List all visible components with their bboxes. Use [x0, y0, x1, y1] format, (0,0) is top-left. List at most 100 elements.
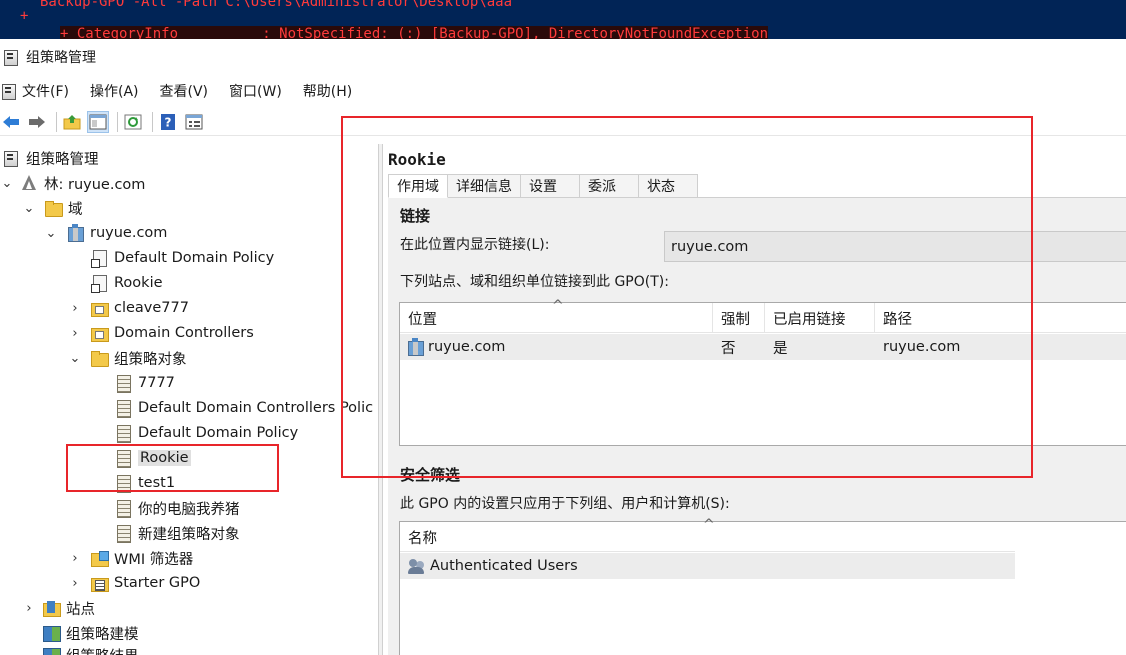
pane-splitter[interactable] — [378, 144, 383, 655]
forward-button[interactable] — [26, 111, 48, 133]
tab-settings[interactable]: 设置 — [521, 174, 580, 198]
refresh-button[interactable] — [122, 111, 144, 133]
security-filtering-label: 此 GPO 内的设置只应用于下列组、用户和计算机(S): — [400, 496, 730, 512]
tab-scope[interactable]: 作用域 — [388, 174, 448, 198]
cell-text: Authenticated Users — [430, 558, 578, 574]
cell-text: ruyue.com — [428, 339, 506, 355]
forward-arrow-icon — [29, 115, 45, 128]
terminal-line-2: + CategoryInfo : NotSpecified: (:) [Back… — [60, 26, 769, 39]
tree-node-sites[interactable]: › 站点 — [26, 597, 95, 619]
tree-label: WMI 筛选器 — [114, 551, 194, 568]
gpo-icon — [114, 524, 132, 543]
tree-node-gpo[interactable]: 新建组策略对象 — [114, 522, 240, 544]
chevron-down-icon[interactable]: ⌄ — [44, 226, 58, 241]
table-row[interactable]: Authenticated Users — [400, 553, 1015, 579]
wmi-filter-icon — [90, 549, 109, 567]
help-button[interactable]: ? — [157, 111, 179, 133]
sites-icon — [42, 599, 61, 617]
help-icon: ? — [161, 113, 175, 130]
tree-node-wmi-filters[interactable]: › WMI 筛选器 — [72, 547, 194, 569]
tree-node-gp-modeling[interactable]: 组策略建模 — [42, 622, 139, 644]
ou-icon — [90, 299, 109, 317]
column-header-location[interactable]: 位置 ^ — [400, 298, 713, 333]
gpmc-app-icon — [2, 48, 20, 66]
tree-node-starter-gpo[interactable]: › Starter GPO — [72, 572, 200, 594]
gpo-icon — [114, 449, 132, 468]
show-links-dropdown[interactable]: ruyue.com — [664, 231, 1126, 262]
window-titlebar[interactable]: 组策略管理 — [0, 39, 1126, 75]
cell-enabled: 是 — [773, 340, 788, 357]
gpo-icon — [114, 474, 132, 493]
window-title: 组策略管理 — [26, 50, 96, 66]
tree-node-domain[interactable]: ⌄ ruyue.com — [46, 222, 167, 244]
tree-node-gpo[interactable]: 你的电脑我养猪 — [114, 497, 240, 519]
column-label: 强制 — [721, 311, 750, 328]
chevron-down-icon[interactable]: ⌄ — [0, 176, 14, 191]
tree-node-gpo[interactable]: 7777 — [114, 372, 175, 394]
tree-label: Rookie — [138, 450, 191, 466]
menu-file[interactable]: 文件(F) — [22, 81, 69, 101]
gpo-icon — [114, 424, 132, 443]
tree-node-gpo[interactable]: Default Domain Policy — [114, 422, 298, 444]
gpo-icon — [114, 374, 132, 393]
menu-action[interactable]: 操作(A) — [90, 81, 139, 101]
tree-node-forest[interactable]: ⌄ 林: ruyue.com — [2, 172, 146, 194]
chevron-down-icon[interactable]: ⌄ — [68, 351, 82, 366]
chevron-right-icon[interactable]: › — [68, 326, 82, 341]
properties-icon — [185, 114, 203, 129]
terminal-line-1: Backup-GPO -All -Path C:\Users\Administr… — [40, 0, 513, 10]
chevron-right-icon[interactable]: › — [68, 551, 82, 566]
refresh-icon — [124, 114, 142, 129]
tab-status[interactable]: 状态 — [639, 174, 698, 198]
menu-window[interactable]: 窗口(W) — [229, 81, 282, 101]
menu-help[interactable]: 帮助(H) — [303, 81, 352, 101]
table-row[interactable]: ruyue.com 否 是 ruyue.com — [400, 334, 1126, 360]
tree-node-gpo-selected[interactable]: Rookie — [114, 447, 191, 469]
security-listview[interactable]: 名称 ^ Authenticated Users — [399, 517, 1126, 655]
show-hide-tree-button[interactable] — [87, 110, 109, 133]
domain-icon — [406, 338, 424, 356]
tree-label: 站点 — [66, 601, 95, 618]
show-hide-tree-icon — [89, 114, 107, 129]
tree-label: Default Domain Policy — [138, 425, 299, 441]
tab-details[interactable]: 详细信息 — [448, 174, 521, 198]
links-listview[interactable]: 位置 ^ 强制 已启用链接 路径 ruyue.com 否 是 ruyue.com — [399, 298, 1126, 446]
column-header-enforced[interactable]: 强制 — [713, 303, 765, 333]
tree-label: cleave777 — [114, 300, 189, 316]
show-links-label: 在此位置内显示链接(L): — [400, 237, 550, 253]
tree-label: 组策略建模 — [66, 626, 139, 643]
gpo-tabs: 作用域 详细信息 设置 委派 状态 — [388, 174, 698, 198]
tree-node-gpmc-root[interactable]: 组策略管理 — [2, 147, 99, 169]
tree-label: 你的电脑我养猪 — [138, 501, 240, 518]
toolbar-separator — [117, 111, 118, 132]
menu-view[interactable]: 查看(V) — [160, 81, 209, 101]
tree-node-rookie-link[interactable]: Rookie — [90, 272, 163, 294]
tree-node-default-domain-policy-link[interactable]: Default Domain Policy — [90, 247, 274, 269]
chevron-right-icon[interactable]: › — [22, 601, 36, 616]
tree-node-gpo[interactable]: test1 — [114, 472, 175, 494]
tree-label: 组策略结果 — [66, 645, 139, 655]
properties-button[interactable] — [183, 111, 205, 133]
up-level-button[interactable] — [61, 111, 83, 133]
chevron-down-icon[interactable]: ⌄ — [22, 201, 36, 216]
chevron-right-icon[interactable]: › — [68, 576, 82, 591]
column-label: 路径 — [883, 311, 912, 328]
gpo-title: Rookie — [388, 150, 446, 169]
tree-node-domains[interactable]: ⌄ 域 — [24, 197, 83, 219]
tab-delegation[interactable]: 委派 — [580, 174, 639, 198]
back-button[interactable] — [0, 111, 22, 133]
system-menu-icon[interactable] — [0, 82, 18, 100]
tree-label: 林: ruyue.com — [44, 176, 146, 193]
tree-node-gp-results[interactable]: 组策略结果 — [42, 644, 139, 655]
column-header-path[interactable]: 路径 — [875, 303, 1126, 333]
tree-node-domain-controllers[interactable]: › Domain Controllers — [72, 322, 254, 344]
column-header-link-enabled[interactable]: 已启用链接 — [765, 303, 875, 333]
chevron-right-icon[interactable]: › — [68, 301, 82, 316]
security-header: 名称 ^ — [400, 517, 1015, 552]
tree-node-gpo[interactable]: Default Domain Controllers Polic — [114, 397, 373, 419]
tree-node-cleave777[interactable]: › cleave777 — [72, 297, 189, 319]
column-label: 位置 — [408, 311, 437, 328]
tree-node-gpo-objects[interactable]: ⌄ 组策略对象 — [70, 347, 187, 369]
console-tree[interactable]: 组策略管理 ⌄ 林: ruyue.com ⌄ 域 ⌄ ruyue.com Def… — [0, 144, 380, 655]
column-header-name[interactable]: 名称 ^ — [400, 517, 1015, 552]
